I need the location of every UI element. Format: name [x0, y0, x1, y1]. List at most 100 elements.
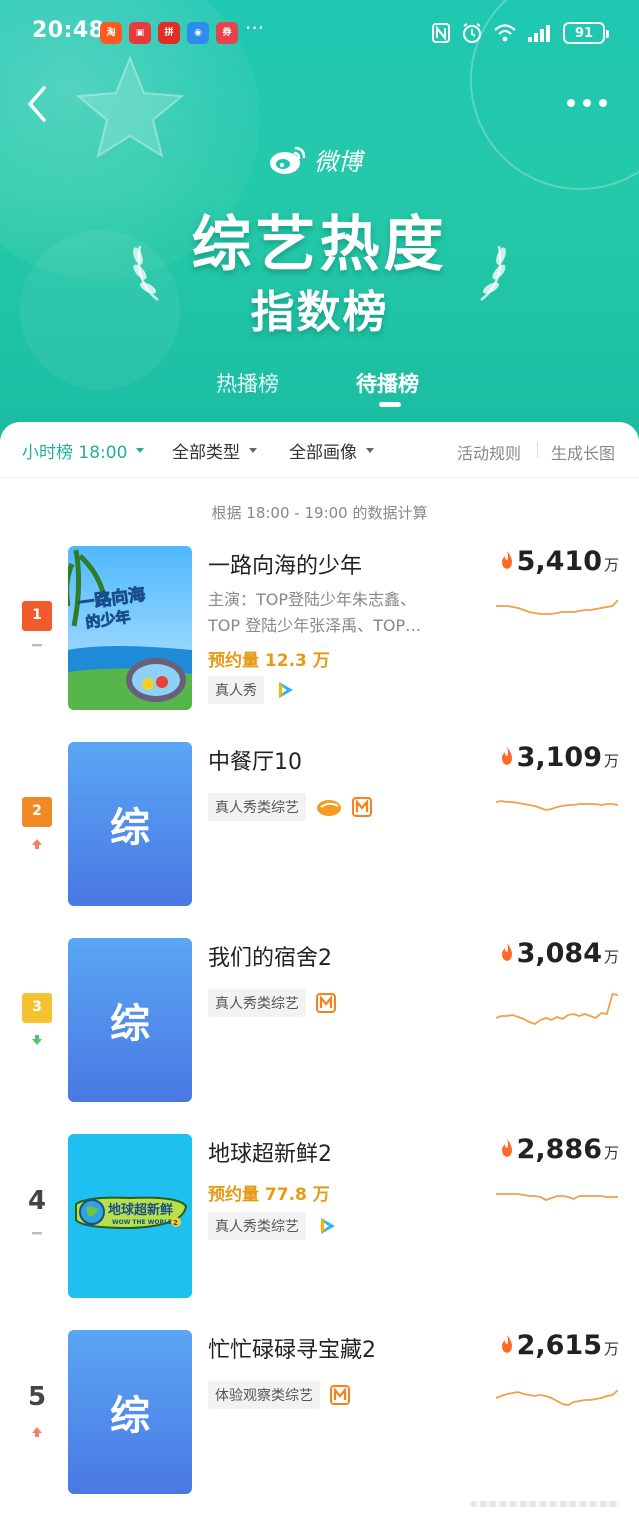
alarm-icon: [463, 23, 481, 43]
heat-unit: 万: [603, 948, 619, 966]
weibo-logo-icon: [270, 146, 306, 174]
tab-upcoming[interactable]: 待播榜: [356, 368, 419, 398]
heat-index: 5,410 万: [499, 546, 619, 577]
dot-icon: [583, 99, 591, 107]
trend-sparkline: [496, 992, 618, 1026]
brand-name: 微博: [314, 148, 362, 176]
sparkline-path: [496, 800, 618, 811]
mango-tv-icon: [316, 993, 336, 1013]
flame-icon: [501, 1139, 512, 1157]
content-sheet: 小时榜 18:00 全部类型 全部画像 活动规则 生成长图 根据 18:00 -…: [0, 422, 639, 1515]
hero-header: 20:48 淘 ▣ 拼 ◉ 券 ··· 91 微博 综艺热度 指数榜 热播榜 待…: [0, 0, 639, 440]
rank-badge: 1: [22, 601, 52, 631]
sparkline-path: [496, 599, 618, 615]
caret-down-icon: [366, 448, 374, 453]
battery-indicator: 91: [563, 22, 609, 44]
filter-time[interactable]: 小时榜 18:00: [22, 438, 145, 463]
heat-index: 2,886 万: [499, 1134, 619, 1165]
tab-hot-playing[interactable]: 热播榜: [216, 368, 279, 398]
flame-icon: [501, 747, 512, 765]
rank-badge: 2: [22, 797, 52, 827]
rank-number: 5: [27, 1382, 47, 1412]
poster-placeholder: 综: [68, 742, 192, 906]
mango-egg-icon: [317, 800, 341, 816]
trend-sparkline: [496, 599, 618, 615]
svg-text:地球超新鲜: 地球超新鲜: [108, 1202, 173, 1218]
list-item[interactable]: 3 综 我们的宿舍2 真人秀类综艺 3,084 万: [0, 938, 639, 1108]
genre-tag: 体验观察类综艺: [208, 1381, 320, 1409]
heat-value: 5,410: [516, 546, 602, 577]
trend-sparkline: [496, 1389, 618, 1406]
dot-icon: [567, 99, 575, 107]
tab-bar: 热播榜 待播榜: [0, 368, 639, 418]
poster-placeholder: 综: [68, 1330, 192, 1494]
flame-icon: [501, 943, 512, 961]
heat-index: 3,084 万: [499, 938, 619, 969]
rank-number: 4: [27, 1186, 47, 1216]
tag-row: 真人秀类综艺: [208, 793, 372, 821]
show-name: 地球超新鲜2: [208, 1142, 332, 1167]
filter-type-label: 全部类型: [172, 443, 240, 463]
poster-image: 一路向海 的少年: [68, 546, 192, 710]
sparkline-path: [496, 992, 618, 1026]
tag-row: 真人秀类综艺: [208, 989, 336, 1017]
filter-bar: 小时榜 18:00 全部类型 全部画像 活动规则 生成长图: [0, 422, 639, 478]
page-title: 综艺热度: [191, 210, 448, 280]
heat-value: 2,615: [516, 1330, 602, 1361]
heat-value: 2,886: [516, 1134, 602, 1165]
list-item[interactable]: 1 一路向海 的少年 一路向海的少年 主演：TOP登陆少年朱志鑫、TOP 登陆少…: [0, 546, 639, 716]
tab-active-indicator: [379, 402, 401, 407]
weibo-brand: 微博: [268, 142, 362, 177]
status-icons: 91: [431, 20, 609, 46]
heat-index: 2,615 万: [499, 1330, 619, 1361]
list-item[interactable]: 5 综 忙忙碌碌寻宝藏2 体验观察类综艺 2,615 万: [0, 1330, 639, 1500]
genre-tag: 真人秀: [208, 676, 264, 704]
list-item[interactable]: 4 地球超新鲜 WOW THE WORLD 2 地球超新鲜2 预约量 77.8 …: [0, 1134, 639, 1304]
filter-portrait[interactable]: 全部画像: [289, 438, 374, 463]
poster-illustration: 一路向海 的少年: [68, 546, 192, 710]
generate-long-image-link[interactable]: 生成长图: [551, 440, 615, 464]
calc-note: 根据 18:00 - 19:00 的数据计算: [211, 504, 428, 522]
wifi-icon: [494, 24, 516, 42]
notification-coupon-icon: 券: [216, 22, 238, 44]
poster-placeholder: 综: [68, 938, 192, 1102]
nfc-icon: [432, 23, 450, 43]
trend-up-icon: [32, 839, 42, 849]
page-subtitle: 指数榜: [250, 287, 389, 338]
list-item[interactable]: 2 综 中餐厅10 真人秀类综艺 3,109 万: [0, 742, 639, 912]
trend-sparkline: [496, 1193, 618, 1201]
dot-icon: [599, 99, 607, 107]
trend-down-icon: [32, 1035, 42, 1045]
rules-link[interactable]: 活动规则: [457, 440, 521, 464]
caret-down-icon: [249, 448, 257, 453]
show-cast: 主演：TOP登陆少年朱志鑫、TOP 登陆少年张泽禹、TOP…: [208, 590, 422, 635]
sparkline-path: [496, 1389, 618, 1406]
tencent-video-icon: [279, 682, 293, 698]
heat-unit: 万: [603, 1340, 619, 1358]
heat-index: 3,109 万: [499, 742, 619, 773]
notification-app-icon: ▣: [129, 22, 151, 44]
mango-tv-icon: [352, 797, 372, 817]
status-more-icon: ···: [245, 16, 265, 40]
svg-text:WOW THE WORLD: WOW THE WORLD: [112, 1219, 173, 1226]
tag-row: 真人秀: [208, 676, 296, 704]
divider: [537, 442, 538, 458]
more-button[interactable]: [567, 92, 611, 114]
tag-row: 体验观察类综艺: [208, 1381, 350, 1409]
heat-unit: 万: [603, 752, 619, 770]
back-button[interactable]: [20, 82, 60, 126]
notification-pdd-icon: 拼: [158, 22, 180, 44]
caret-down-icon: [136, 448, 145, 453]
status-time: 20:48: [32, 18, 105, 43]
filter-type[interactable]: 全部类型: [172, 438, 257, 463]
heat-unit: 万: [603, 556, 619, 574]
mango-tv-icon: [330, 1385, 350, 1405]
trend-flat-icon: [32, 1232, 42, 1235]
battery-level: 91: [574, 25, 594, 41]
genre-tag: 真人秀类综艺: [208, 1212, 306, 1240]
booking-count: 预约量 12.3 万: [208, 651, 330, 671]
filter-time-label: 小时榜 18:00: [22, 443, 128, 463]
tag-row: 真人秀类综艺: [208, 1212, 338, 1240]
signal-icon: [528, 25, 550, 42]
trend-sparkline: [496, 800, 618, 811]
